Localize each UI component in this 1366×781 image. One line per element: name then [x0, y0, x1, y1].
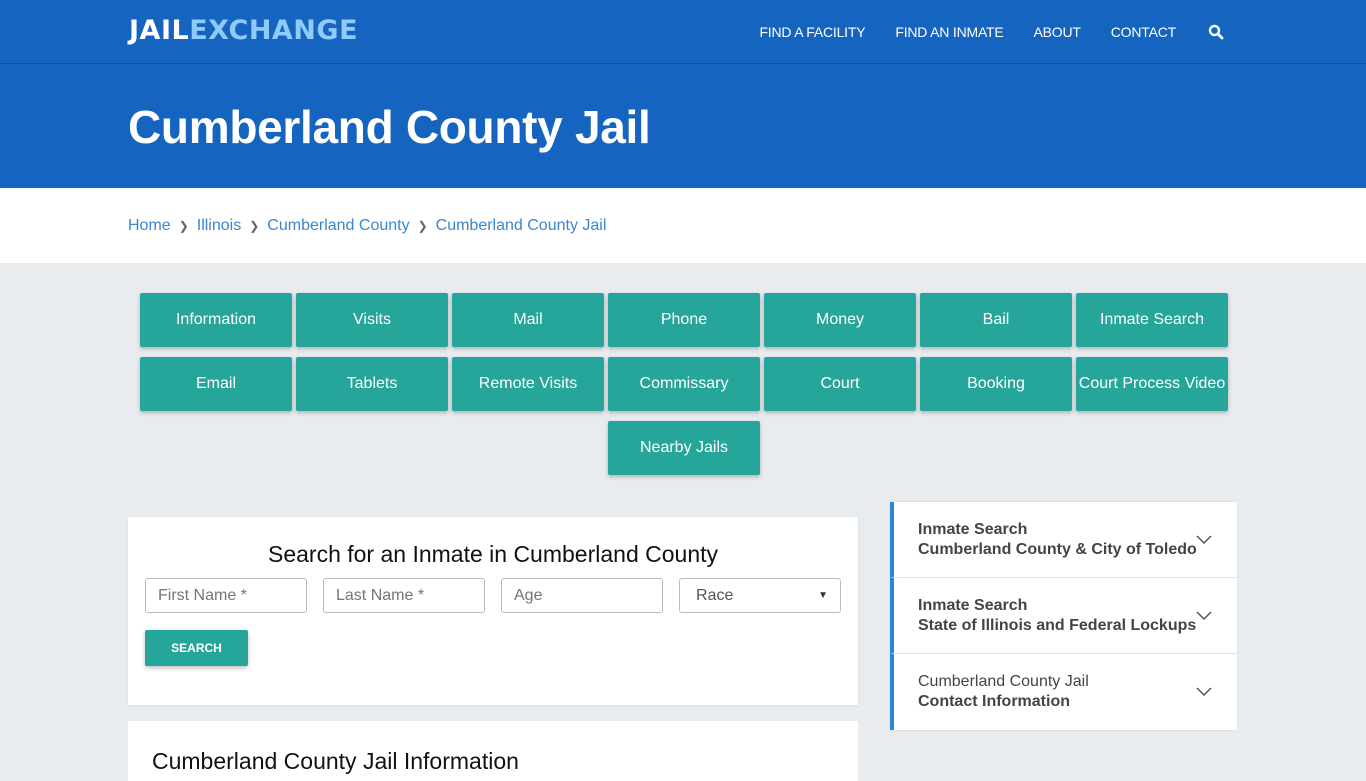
breadcrumb-state[interactable]: Illinois	[197, 217, 241, 235]
accordion-inmate-search-county[interactable]: Inmate Search Cumberland County & City o…	[890, 502, 1237, 578]
nav-find-inmate[interactable]: FIND AN INMATE	[895, 24, 1003, 40]
tab-bail[interactable]: Bail	[920, 293, 1072, 347]
race-select[interactable]: Race ▼	[679, 578, 841, 613]
facility-tabs: Information Visits Mail Phone Money Bail…	[139, 293, 1229, 475]
chevron-down-icon	[1196, 535, 1212, 545]
top-navbar: JAILEXCHANGE FIND A FACILITY FIND AN INM…	[0, 0, 1366, 64]
jail-info-card: Cumberland County Jail Information	[128, 721, 858, 781]
accordion-line1: Cumberland County Jail	[918, 673, 1089, 690]
logo-jail: JAIL	[129, 15, 190, 46]
accordion-line2: State of Illinois and Federal Lockups	[918, 617, 1197, 634]
accordion-line1: Inmate Search	[918, 521, 1028, 538]
breadcrumb-county[interactable]: Cumberland County	[267, 217, 409, 235]
nav-find-facility[interactable]: FIND A FACILITY	[759, 24, 865, 40]
tab-mail[interactable]: Mail	[452, 293, 604, 347]
chevron-down-icon	[1196, 687, 1212, 697]
breadcrumb: Home ❯ Illinois ❯ Cumberland County ❯ Cu…	[0, 188, 1366, 263]
inmate-search-card: Search for an Inmate in Cumberland Count…	[128, 517, 858, 705]
site-logo[interactable]: JAILEXCHANGE	[129, 15, 358, 46]
tab-remote-visits[interactable]: Remote Visits	[452, 357, 604, 411]
search-icon[interactable]	[1208, 24, 1224, 40]
accordion-line2: Contact Information	[918, 693, 1070, 710]
tab-court-process-video[interactable]: Court Process Video	[1076, 357, 1228, 411]
nav-contact[interactable]: CONTACT	[1111, 24, 1176, 40]
race-select-value: Race	[696, 586, 734, 604]
chevron-right-icon: ❯	[178, 218, 189, 233]
tab-money[interactable]: Money	[764, 293, 916, 347]
tab-booking[interactable]: Booking	[920, 357, 1072, 411]
first-name-input[interactable]	[145, 578, 307, 613]
search-button[interactable]: SEARCH	[145, 630, 248, 666]
accordion-contact-info[interactable]: Cumberland County Jail Contact Informati…	[890, 654, 1237, 730]
search-fields: Race ▼	[128, 578, 858, 613]
tab-inmate-search[interactable]: Inmate Search	[1076, 293, 1228, 347]
tab-email[interactable]: Email	[140, 357, 292, 411]
accordion-line2: Cumberland County & City of Toledo	[918, 541, 1197, 558]
tab-information[interactable]: Information	[140, 293, 292, 347]
breadcrumb-home[interactable]: Home	[128, 217, 171, 235]
chevron-right-icon: ❯	[249, 218, 260, 233]
main-nav: FIND A FACILITY FIND AN INMATE ABOUT CON…	[729, 0, 1224, 64]
age-input[interactable]	[501, 578, 663, 613]
tab-nearby-jails[interactable]: Nearby Jails	[608, 421, 760, 475]
sidebar-accordion: Inmate Search Cumberland County & City o…	[889, 501, 1238, 731]
page-title: Cumberland County Jail	[128, 101, 651, 153]
tab-commissary[interactable]: Commissary	[608, 357, 760, 411]
accordion-inmate-search-state[interactable]: Inmate Search State of Illinois and Fede…	[890, 578, 1237, 654]
logo-exchange: EXCHANGE	[189, 15, 359, 46]
tab-phone[interactable]: Phone	[608, 293, 760, 347]
search-title: Search for an Inmate in Cumberland Count…	[267, 541, 719, 567]
tab-court[interactable]: Court	[764, 357, 916, 411]
accordion-line1: Inmate Search	[918, 597, 1028, 614]
tab-tablets[interactable]: Tablets	[296, 357, 448, 411]
info-title: Cumberland County Jail Information	[152, 748, 519, 774]
page-hero: Cumberland County Jail	[0, 64, 1366, 188]
last-name-input[interactable]	[323, 578, 485, 613]
tab-visits[interactable]: Visits	[296, 293, 448, 347]
breadcrumb-current[interactable]: Cumberland County Jail	[436, 217, 607, 235]
chevron-down-icon	[1196, 611, 1212, 621]
chevron-right-icon: ❯	[417, 218, 428, 233]
chevron-down-icon: ▼	[818, 590, 828, 601]
nav-about[interactable]: ABOUT	[1034, 24, 1081, 40]
